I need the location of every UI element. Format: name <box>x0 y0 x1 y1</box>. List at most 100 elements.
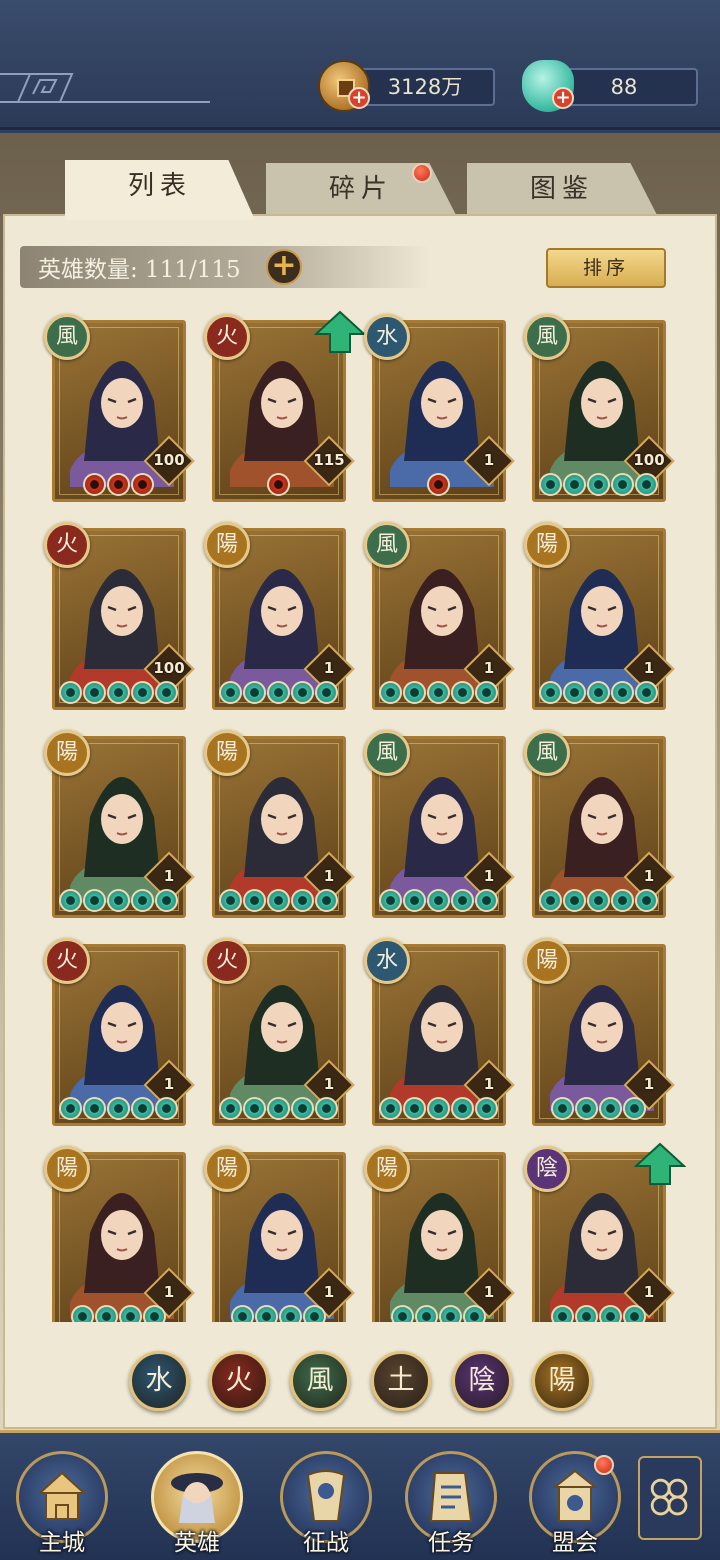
star-icon <box>219 1097 242 1120</box>
star-icon <box>59 889 82 912</box>
upgrade-arrow-icon <box>314 310 366 353</box>
element-badge-water: 水 <box>364 314 410 360</box>
hero-level: 1 <box>643 1283 655 1301</box>
star-icon <box>155 889 178 912</box>
campaign-icon <box>306 1470 346 1522</box>
expand-roster-button[interactable]: + <box>266 249 302 285</box>
element-badge-wind: 風 <box>524 730 570 776</box>
nav-guild[interactable]: 盟会 <box>520 1443 630 1559</box>
tab-list[interactable]: 列表 <box>65 160 255 220</box>
hero-level: 1 <box>483 1283 495 1301</box>
element-badge-wind: 風 <box>364 730 410 776</box>
star-icon <box>219 889 242 912</box>
star-icon <box>107 681 130 704</box>
star-icon <box>575 1097 598 1120</box>
element-badge-fire: 火 <box>44 938 90 984</box>
city-icon <box>37 1471 87 1520</box>
hero-count-label: 英雄数量: 111/115 <box>38 257 241 283</box>
star-icon <box>635 473 658 496</box>
element-badge-yang: 陽 <box>204 1146 250 1192</box>
bottom-navigation: 主城 英雄 征战 任务 盟会 <box>0 1430 720 1560</box>
fragments-notification-badge <box>412 163 432 183</box>
guild-notification-badge <box>594 1455 614 1475</box>
hero-star-row <box>219 681 338 705</box>
filter-yang-button[interactable]: 陽 <box>532 1351 592 1411</box>
hero-star-row <box>539 473 658 497</box>
element-badge-water: 水 <box>364 938 410 984</box>
star-icon <box>107 889 130 912</box>
element-badge-yang: 陽 <box>524 938 570 984</box>
star-icon <box>107 1097 130 1120</box>
hero-level: 1 <box>323 659 335 677</box>
hero-star-row <box>267 473 290 497</box>
menu-emblem-icon <box>0 73 210 103</box>
nav-city[interactable]: 主城 <box>7 1443 117 1559</box>
star-icon <box>451 681 474 704</box>
nav-task[interactable]: 任务 <box>396 1443 506 1559</box>
star-icon <box>563 889 586 912</box>
hero-level: 1 <box>163 1283 175 1301</box>
filter-earth-button[interactable]: 土 <box>371 1351 431 1411</box>
hero-level: 1 <box>163 867 175 885</box>
star-icon <box>587 889 610 912</box>
star-icon <box>475 681 498 704</box>
jade-value: 88 <box>610 75 638 99</box>
hero-level: 1 <box>323 867 335 885</box>
star-icon <box>131 473 154 496</box>
hero-level: 1 <box>323 1075 335 1093</box>
star-icon <box>291 681 314 704</box>
star-icon <box>59 681 82 704</box>
tab-codex[interactable]: 图鉴 <box>467 163 657 215</box>
star-icon <box>587 473 610 496</box>
star-icon <box>599 1097 622 1120</box>
nav-label: 主城 <box>39 1530 85 1556</box>
more-menu-button[interactable] <box>638 1456 702 1540</box>
star-icon <box>243 889 266 912</box>
add-coin-button[interactable]: + <box>348 87 370 109</box>
star-icon <box>291 1097 314 1120</box>
star-icon <box>243 681 266 704</box>
element-badge-wind: 風 <box>44 314 90 360</box>
star-icon <box>315 681 338 704</box>
star-icon <box>635 681 658 704</box>
star-icon <box>475 889 498 912</box>
star-icon <box>611 473 634 496</box>
filter-wind-button[interactable]: 風 <box>290 1351 350 1411</box>
hero-star-row <box>59 681 178 705</box>
nav-label: 英雄 <box>174 1530 220 1556</box>
star-icon <box>635 889 658 912</box>
hero-star-row <box>551 1097 646 1121</box>
add-jade-button[interactable]: + <box>552 87 574 109</box>
sort-button[interactable]: 排序 <box>546 248 666 288</box>
star-icon <box>379 889 402 912</box>
hero-star-row <box>59 1097 178 1121</box>
star-icon <box>379 681 402 704</box>
hero-level: 100 <box>153 659 185 677</box>
filter-fire-button[interactable]: 火 <box>209 1351 269 1411</box>
element-badge-yang: 陽 <box>524 522 570 568</box>
nav-hero[interactable]: 英雄 <box>142 1443 252 1559</box>
hero-level: 1 <box>483 867 495 885</box>
hero-level: 1 <box>643 1075 655 1093</box>
star-icon <box>59 1097 82 1120</box>
hero-star-row <box>539 889 658 913</box>
star-icon <box>451 1097 474 1120</box>
star-icon <box>611 889 634 912</box>
coin-value: 3128万 <box>387 75 463 99</box>
filter-yin-button[interactable]: 陰 <box>452 1351 512 1411</box>
element-badge-yang: 陽 <box>364 1146 410 1192</box>
star-icon <box>587 681 610 704</box>
hero-level: 1 <box>483 451 495 469</box>
nav-campaign[interactable]: 征战 <box>271 1443 381 1559</box>
hero-level: 1 <box>643 867 655 885</box>
star-icon <box>291 889 314 912</box>
star-icon <box>427 473 450 496</box>
element-badge-yin: 陰 <box>524 1146 570 1192</box>
hero-level: 1 <box>643 659 655 677</box>
element-badge-yang: 陽 <box>204 730 250 776</box>
filter-water-button[interactable]: 水 <box>129 1351 189 1411</box>
upgrade-arrow-icon <box>634 1142 686 1185</box>
star-icon <box>83 681 106 704</box>
hero-star-row <box>379 681 498 705</box>
element-badge-fire: 火 <box>44 522 90 568</box>
